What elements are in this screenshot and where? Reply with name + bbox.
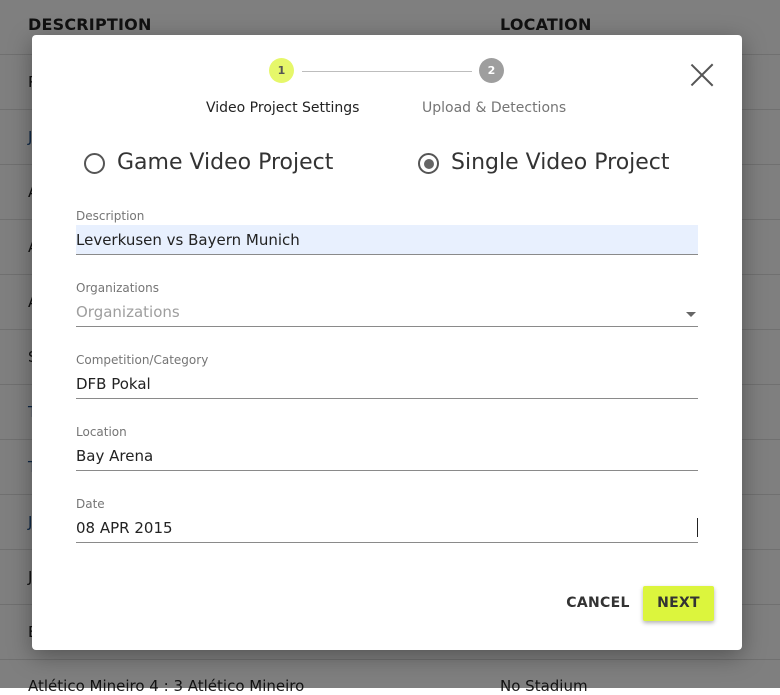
competition-label: Competition/Category	[76, 353, 209, 367]
step-1-label: Video Project Settings	[206, 100, 360, 116]
step-1-indicator: 1	[269, 58, 294, 83]
game-video-project-radio[interactable]	[84, 153, 105, 174]
next-button[interactable]: NEXT	[643, 586, 714, 621]
organizations-label: Organizations	[76, 281, 159, 295]
text-cursor	[697, 518, 698, 537]
stepper-connector	[302, 70, 472, 72]
single-video-project-label: Single Video Project	[451, 150, 670, 175]
location-label: Location	[76, 425, 127, 439]
close-icon[interactable]	[689, 62, 715, 88]
description-input[interactable]	[76, 225, 698, 255]
dropdown-arrow-icon[interactable]	[686, 312, 696, 317]
date-input[interactable]	[76, 513, 698, 543]
location-input[interactable]	[76, 441, 698, 471]
single-video-project-radio[interactable]	[418, 153, 439, 174]
create-video-project-dialog: 1 2 Video Project Settings Upload & Dete…	[32, 35, 742, 650]
cancel-button[interactable]: CANCEL	[558, 586, 638, 620]
organizations-select[interactable]	[76, 297, 698, 327]
competition-input[interactable]	[76, 369, 698, 399]
date-label: Date	[76, 497, 105, 511]
step-2-indicator: 2	[479, 58, 504, 83]
description-label: Description	[76, 209, 145, 223]
step-2-label: Upload & Detections	[422, 100, 567, 116]
game-video-project-label: Game Video Project	[117, 150, 334, 175]
